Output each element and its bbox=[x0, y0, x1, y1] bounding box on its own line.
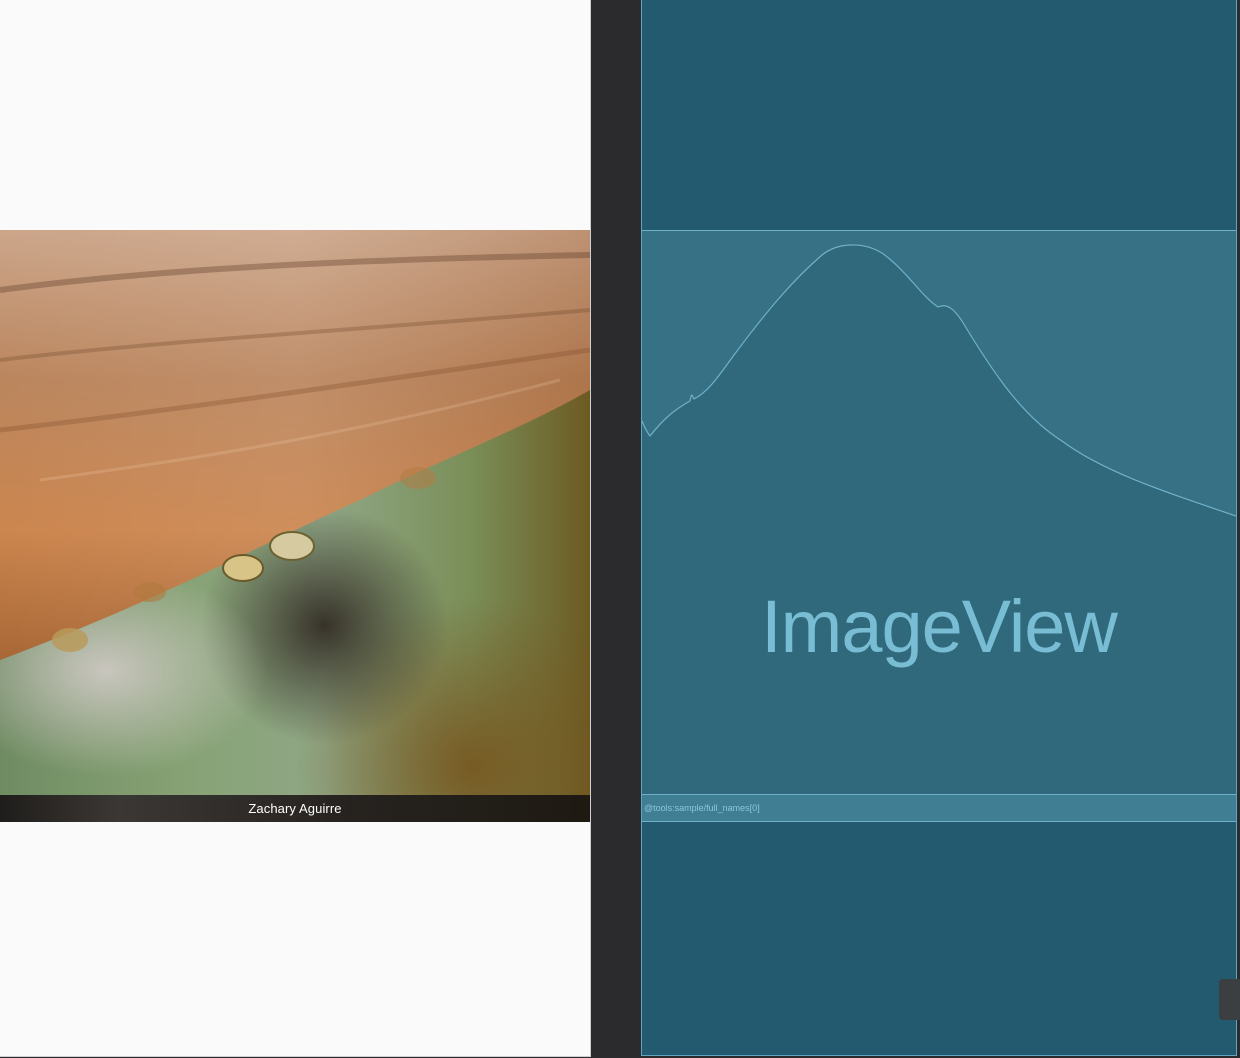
mountain-silhouette-icon bbox=[642, 231, 1236, 517]
blueprint-imageview[interactable]: ImageView bbox=[642, 230, 1236, 795]
blueprint-textview[interactable]: @tools:sample/full_names[0] bbox=[642, 795, 1236, 822]
preview-image[interactable] bbox=[0, 230, 590, 795]
photo-icon bbox=[0, 230, 590, 660]
scrollbar-handle[interactable] bbox=[1219, 979, 1240, 1020]
pane-divider bbox=[593, 0, 641, 1058]
author-name-text: Zachary Aguirre bbox=[248, 801, 342, 816]
caption-bar[interactable]: Zachary Aguirre bbox=[0, 795, 590, 822]
imageview-placeholder-label: ImageView bbox=[761, 585, 1118, 668]
blueprint-view[interactable]: ImageView @tools:sample/full_names[0] bbox=[641, 0, 1237, 1056]
textview-attribute-label: @tools:sample/full_names[0] bbox=[644, 803, 760, 813]
design-preview[interactable]: Zachary Aguirre bbox=[0, 0, 591, 1057]
